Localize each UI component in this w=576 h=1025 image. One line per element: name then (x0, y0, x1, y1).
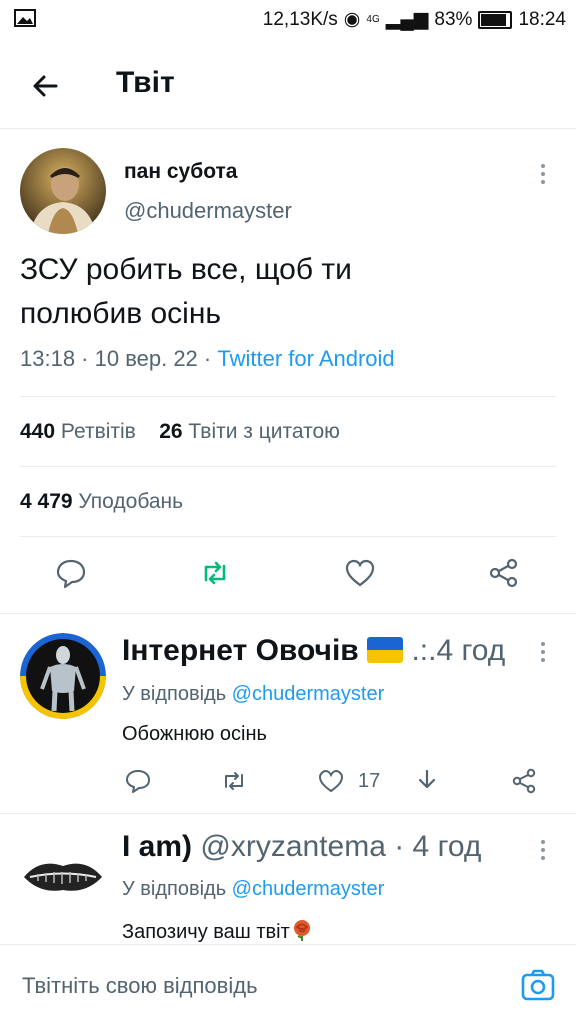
author-handle[interactable]: @chudermayster (124, 198, 292, 224)
retweets-stat[interactable]: 440 Ретвітів (20, 420, 136, 443)
tweet-meta: 13:18 · 10 вер. 22 · Twitter for Android (20, 346, 395, 372)
retweet-icon[interactable] (220, 767, 248, 795)
tweet-text: ЗСУ робить все, щоб ти полюбив осінь (20, 248, 540, 336)
gallery-icon (14, 9, 36, 27)
divider (0, 813, 576, 814)
reply-avatar[interactable] (20, 633, 106, 719)
back-arrow-icon[interactable] (26, 66, 66, 106)
quotes-count: 26 (159, 420, 183, 443)
reply-to: У відповідь @chudermayster (122, 683, 384, 706)
reply-header: I am) @xryzantema · 4 год (122, 830, 481, 864)
divider (20, 536, 556, 537)
network-type: 4G (366, 14, 380, 25)
likes-label: Уподобань (78, 490, 184, 513)
divider (0, 613, 576, 614)
page-title: Твіт (116, 66, 175, 99)
likes-count: 4 479 (20, 490, 73, 513)
battery-percent: 83% (434, 8, 473, 30)
rose-emoji-icon (293, 920, 310, 941)
reply-author-handle[interactable]: @xryzantema (200, 830, 386, 863)
reply-to-handle[interactable]: @chudermayster (232, 683, 385, 705)
reply-to-label: У відповідь (122, 878, 232, 900)
compose-bar: Твітніть свою відповідь (0, 944, 576, 1025)
retweets-label: Ретвітів (60, 420, 136, 443)
tweet-source-link[interactable]: Twitter for Android (217, 346, 394, 371)
share-icon[interactable] (510, 767, 538, 795)
retweet-stats: 440 Ретвітів 26 Твіти з цитатою (20, 420, 340, 444)
reply-text: Обожнюю осінь (122, 723, 267, 745)
hotspot-icon: ◉ (343, 9, 361, 30)
app-header: Твіт (0, 44, 576, 129)
reply-to-label: У відповідь (122, 683, 232, 705)
quotes-stat[interactable]: 26 Твіти з цитатою (159, 420, 340, 443)
more-options-icon[interactable] (540, 840, 546, 860)
reply-author-name[interactable]: I am) (122, 830, 192, 863)
share-icon[interactable] (487, 556, 521, 590)
retweets-count: 440 (20, 420, 56, 443)
reply-to-handle[interactable]: @chudermayster (232, 878, 385, 900)
network-speed: 12,13K/s (262, 8, 338, 30)
reply-to: У відповідь @chudermayster (122, 878, 384, 901)
author-name[interactable]: пан субота (124, 160, 237, 184)
reply-icon[interactable] (124, 767, 152, 795)
status-bar: 12,13K/s ◉ 4G ▂▄▆ 83% 18:24 (0, 0, 576, 40)
more-options-icon[interactable] (540, 642, 546, 662)
like-icon[interactable] (317, 767, 345, 795)
author-avatar[interactable] (20, 148, 106, 234)
reply-icon[interactable] (54, 556, 88, 590)
reply-avatar[interactable] (20, 832, 106, 918)
reply-time: · 4 год (385, 830, 482, 863)
download-icon[interactable] (413, 767, 441, 795)
camera-icon[interactable] (520, 967, 556, 1003)
reply-header: Інтернет Овочів .:.4 год (122, 634, 505, 668)
clock: 18:24 (518, 8, 566, 30)
tweet-text-line: полюбив осінь (20, 297, 222, 330)
reply-input[interactable]: Твітніть свою відповідь (22, 973, 258, 999)
like-icon[interactable] (343, 556, 377, 590)
reply-author-name[interactable]: Інтернет Овочів (122, 634, 359, 667)
divider (20, 396, 556, 397)
likes-stat[interactable]: 4 479 Уподобань (20, 490, 183, 514)
more-options-icon[interactable] (540, 164, 546, 184)
retweet-icon[interactable] (198, 556, 232, 590)
signal-icon: ▂▄▆ (385, 9, 429, 30)
ukraine-flag-icon (367, 637, 404, 663)
tweet-timestamp: 13:18 · 10 вер. 22 · (20, 346, 218, 371)
quotes-label: Твіти з цитатою (188, 420, 340, 443)
divider (20, 466, 556, 467)
reply-like-count: 17 (358, 770, 381, 792)
battery-icon (478, 10, 513, 29)
tweet-text-line: ЗСУ робить все, щоб ти (20, 253, 352, 286)
reply-text-row: Запозичу ваш твіт (122, 918, 314, 944)
reply-time: .:.4 год (411, 634, 506, 667)
reply-text: Запозичу ваш твіт (122, 921, 290, 943)
